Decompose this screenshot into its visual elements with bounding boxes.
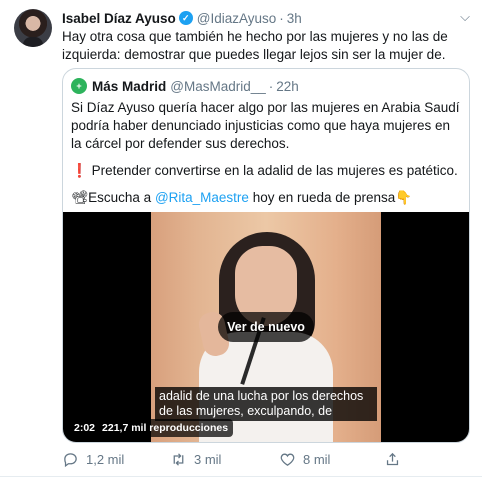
quoted-tweet-text: Si Díaz Ayuso quería hacer algo por las … [71, 99, 463, 216]
author-name[interactable]: Isabel Díaz Ayuso [62, 11, 176, 26]
subtitle-line-1: adalid de una lucha por los derechos [159, 389, 364, 403]
author-avatar[interactable] [14, 9, 52, 47]
reply-button[interactable]: 1,2 mil [62, 451, 124, 468]
pointing-down-icon: 👇 [395, 190, 413, 205]
share-icon [386, 452, 399, 466]
quoted-paragraph-1: Si Díaz Ayuso quería hacer algo por las … [71, 100, 460, 151]
verified-badge-icon: ✓ [178, 11, 193, 25]
video-subtitle: adalid de una lucha por los derechos de … [155, 387, 377, 421]
quoted-author-name: Más Madrid [92, 78, 167, 94]
film-projector-icon: 📽 [71, 190, 89, 205]
reply-icon [64, 453, 77, 468]
tweet-text: Hay otra cosa que también he hecho por l… [62, 29, 448, 62]
quoted-tweet[interactable]: + Más Madrid @MasMadrid__ · 22h Si Díaz … [62, 68, 470, 443]
author-handle[interactable]: @IdiazAyuso [197, 11, 277, 26]
retweet-icon [173, 453, 184, 466]
reply-count: 1,2 mil [86, 452, 125, 467]
quoted-paragraph-3-post: hoy en rueda de prensa [248, 190, 396, 205]
dot-separator: · [268, 78, 274, 94]
quoted-author-avatar: + [71, 78, 87, 94]
quoted-tweet-header: + Más Madrid @MasMadrid__ · 22h [71, 77, 299, 95]
subtitle-line-2: de las mujeres, exculpando, de [159, 404, 333, 418]
mention-link[interactable]: @Rita_Maestre [155, 190, 249, 205]
video-duration: 2:02 [74, 422, 96, 434]
quoted-tweet-time: 22h [276, 78, 299, 94]
dot-separator: · [279, 10, 284, 26]
replay-button[interactable]: Ver de nuevo [218, 312, 314, 342]
chevron-down-icon[interactable]: ⌵ [460, 9, 470, 25]
heart-icon [280, 453, 295, 466]
like-button[interactable]: 8 mil [279, 451, 330, 468]
video-player[interactable]: Ver de nuevo adalid de una lucha por los… [63, 212, 469, 442]
share-button[interactable] [384, 451, 408, 468]
quoted-paragraph-2: ❗ Pretender convertirse en la adalid de … [71, 162, 463, 180]
retweet-button[interactable]: 3 mil [170, 451, 221, 468]
quoted-paragraph-3-pre: Escucha a [88, 190, 155, 205]
tweet-actions: 1,2 mil 3 mil 8 mil [62, 451, 422, 471]
retweet-count: 3 mil [194, 452, 222, 467]
exclamation-icon: ❗ [71, 163, 88, 178]
tweet-header: Isabel Díaz Ayuso ✓ @IdiazAyuso · 3h [62, 9, 462, 27]
video-views: 221,7 mil reproducciones [102, 422, 229, 434]
quoted-author-handle: @MasMadrid__ [170, 78, 266, 94]
quoted-paragraph-3: 📽Escucha a @Rita_Maestre hoy en rueda de… [71, 189, 463, 207]
like-count: 8 mil [303, 452, 331, 467]
tweet[interactable]: Isabel Díaz Ayuso ✓ @IdiazAyuso · 3h ⌵ H… [0, 0, 482, 477]
quoted-paragraph-2-text: Pretender convertirse en la adalid de la… [87, 163, 458, 178]
tweet-time[interactable]: 3h [287, 11, 302, 26]
video-stats-badge: 2:02 221,7 mil reproducciones [69, 419, 234, 437]
